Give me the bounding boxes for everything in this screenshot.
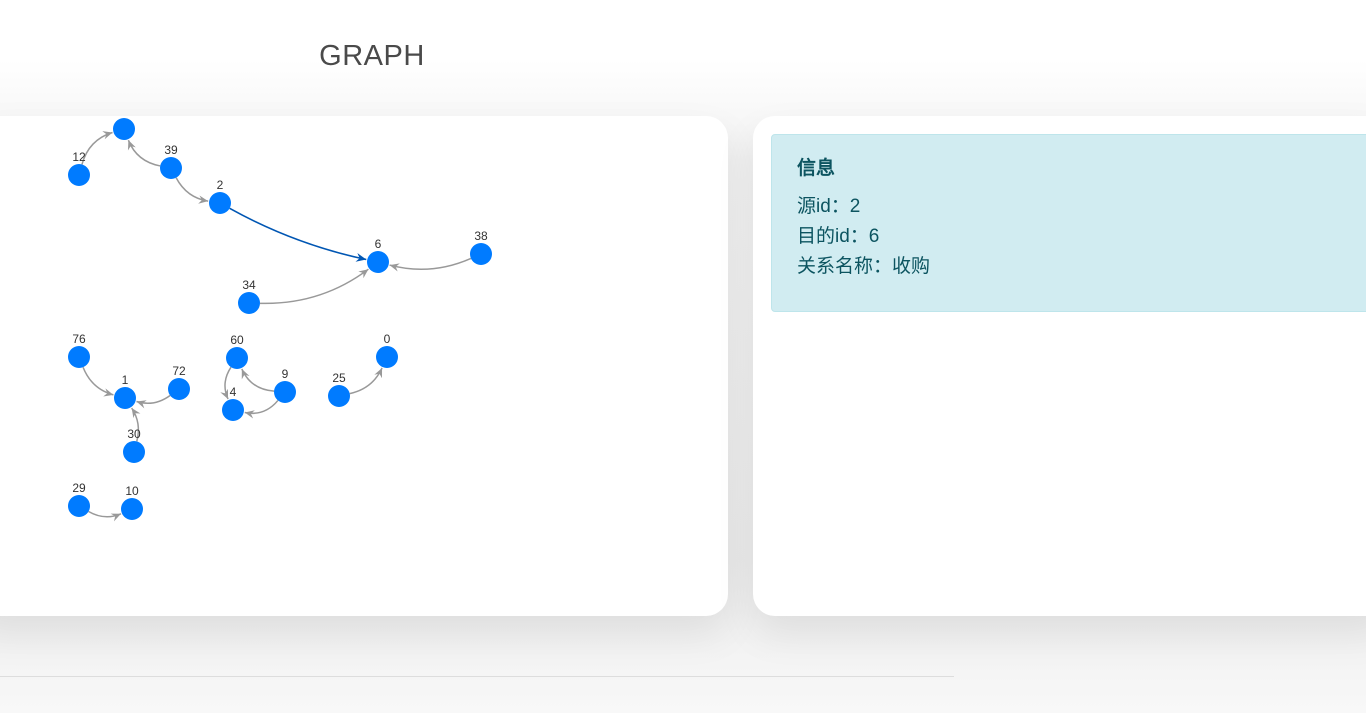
graph-node-30[interactable]: 30 — [123, 427, 145, 463]
graph-node-39[interactable]: 39 — [160, 143, 182, 179]
graph-node-label: 0 — [384, 332, 391, 346]
graph-node-10[interactable]: 10 — [121, 484, 143, 520]
graph-panel: 12 39 2 6 38 34 76 1 72 30 60 4 9 25 0 29 10 — [0, 116, 728, 616]
graph-node-label: 2 — [217, 178, 224, 192]
edge-25-to-0[interactable] — [349, 367, 383, 395]
graph-node-circle[interactable] — [238, 292, 260, 314]
edge-34-to-6[interactable] — [259, 268, 369, 305]
info-target-id: 目的id：6 — [797, 226, 880, 247]
graph-node-label: 39 — [164, 143, 178, 157]
graph-node-0[interactable]: 0 — [376, 332, 398, 368]
graph-node-6[interactable]: 6 — [367, 237, 389, 273]
edge-39-to-n-top[interactable] — [127, 139, 161, 167]
graph-node-9[interactable]: 9 — [274, 367, 296, 403]
graph-node-label: 34 — [242, 278, 256, 292]
graph-node-label: 72 — [172, 364, 186, 378]
graph-node-circle[interactable] — [209, 192, 231, 214]
graph-node-1[interactable]: 1 — [114, 373, 136, 409]
graph-node-25[interactable]: 25 — [328, 371, 350, 407]
graph-node-circle[interactable] — [68, 164, 90, 186]
edge-2-to-6[interactable] — [229, 207, 367, 262]
graph-node-label: 4 — [230, 385, 237, 399]
graph-node-label: 1 — [122, 373, 129, 387]
graph-node-label: 9 — [282, 367, 289, 381]
graph-node-label: 10 — [125, 484, 139, 498]
graph-node-label: 38 — [474, 229, 488, 243]
graph-node-circle[interactable] — [68, 346, 90, 368]
graph-node-circle[interactable] — [367, 251, 389, 273]
page-title: GRAPH — [319, 40, 425, 72]
graph-node-2[interactable]: 2 — [209, 178, 231, 214]
graph-node-circle[interactable] — [376, 346, 398, 368]
graph-node-n-top[interactable] — [113, 118, 135, 140]
edge-38-to-6[interactable] — [389, 257, 472, 272]
graph-node-circle[interactable] — [328, 385, 350, 407]
graph-node-label: 60 — [230, 333, 244, 347]
graph-node-34[interactable]: 34 — [238, 278, 260, 314]
info-heading: 信息 — [797, 158, 836, 179]
graph-node-60[interactable]: 60 — [226, 333, 248, 369]
graph-node-72[interactable]: 72 — [168, 364, 190, 400]
graph-node-circle[interactable] — [113, 118, 135, 140]
graph-node-circle[interactable] — [121, 498, 143, 520]
graph-node-circle[interactable] — [274, 381, 296, 403]
info-alert: 信息 源id：2 目的id：6 关系名称：收购 — [771, 134, 1366, 312]
graph-node-circle[interactable] — [168, 378, 190, 400]
graph-node-label: 30 — [127, 427, 141, 441]
graph-node-label: 12 — [72, 150, 86, 164]
graph-node-circle[interactable] — [160, 157, 182, 179]
graph-node-label: 25 — [332, 371, 346, 385]
edge-29-to-10[interactable] — [88, 510, 122, 522]
graph-node-circle[interactable] — [226, 347, 248, 369]
graph-node-circle[interactable] — [123, 441, 145, 463]
graph-node-circle[interactable] — [470, 243, 492, 265]
edge-9-to-4[interactable] — [244, 399, 279, 419]
graph-node-label: 6 — [375, 237, 382, 251]
graph-node-circle[interactable] — [222, 399, 244, 421]
info-relation-name: 关系名称：收购 — [797, 256, 931, 277]
edge-9-to-60[interactable] — [241, 368, 275, 392]
info-panel: 信息 源id：2 目的id：6 关系名称：收购 — [753, 116, 1366, 616]
edge-39-to-2[interactable] — [175, 177, 209, 204]
graph-node-label: 29 — [72, 481, 86, 495]
graph-canvas[interactable]: 12 39 2 6 38 34 76 1 72 30 60 4 9 25 0 29 10 — [0, 116, 728, 616]
graph-node-label: 76 — [72, 332, 86, 346]
page: GRAPH 12 39 2 6 38 34 76 1 72 30 60 4 9 25 0 29 10 信息 源i… — [0, 0, 1366, 713]
graph-node-12[interactable]: 12 — [68, 150, 90, 186]
graph-node-76[interactable]: 76 — [68, 332, 90, 368]
edge-76-to-1[interactable] — [82, 366, 114, 397]
edge-12-to-n-top[interactable] — [81, 131, 113, 165]
graph-node-29[interactable]: 29 — [68, 481, 90, 517]
graph-node-38[interactable]: 38 — [470, 229, 492, 265]
graph-node-circle[interactable] — [68, 495, 90, 517]
footer-divider — [0, 676, 954, 677]
graph-node-circle[interactable] — [114, 387, 136, 409]
info-source-id: 源id：2 — [797, 196, 861, 217]
edge-72-to-1[interactable] — [136, 394, 171, 409]
